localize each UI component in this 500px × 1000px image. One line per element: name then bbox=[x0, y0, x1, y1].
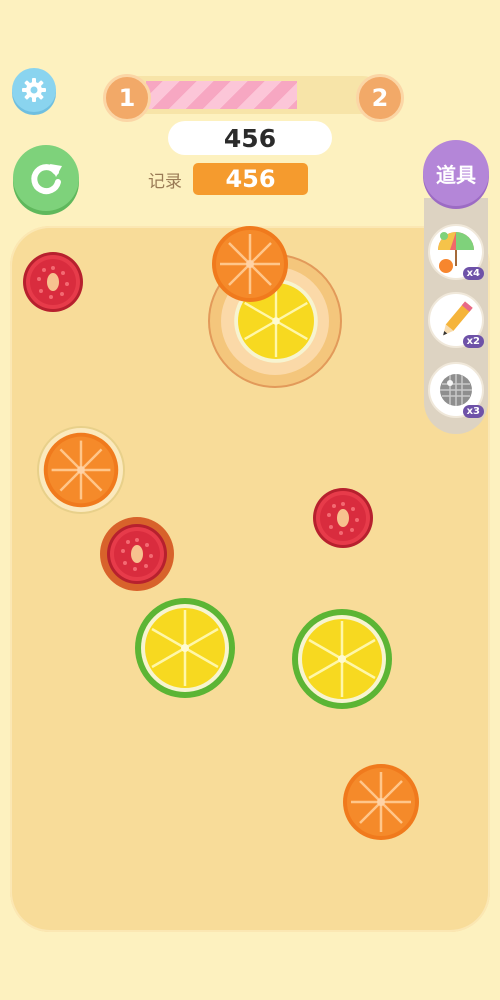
fruit-strawberry bbox=[23, 252, 83, 312]
fruit-layer bbox=[23, 224, 466, 842]
tool-pencil[interactable]: x2 bbox=[428, 292, 484, 348]
fruit-orange-ringed bbox=[37, 426, 125, 514]
tools-button[interactable]: 道具 bbox=[423, 140, 489, 206]
tool-pencil-count: x2 bbox=[462, 335, 484, 348]
tool-umbrella-count: x4 bbox=[462, 267, 484, 280]
fruit-orange-falling[interactable] bbox=[210, 224, 290, 304]
fruit-lemon bbox=[133, 596, 237, 700]
fruit-lemon bbox=[290, 607, 394, 711]
tool-disco[interactable]: x3 bbox=[428, 362, 484, 418]
tool-umbrella[interactable]: x4 bbox=[428, 224, 484, 280]
fruit-strawberry-ringed bbox=[100, 517, 174, 591]
tool-disco-count: x3 bbox=[462, 405, 484, 418]
fruit-strawberry bbox=[313, 488, 373, 548]
fruit-orange bbox=[341, 762, 421, 842]
